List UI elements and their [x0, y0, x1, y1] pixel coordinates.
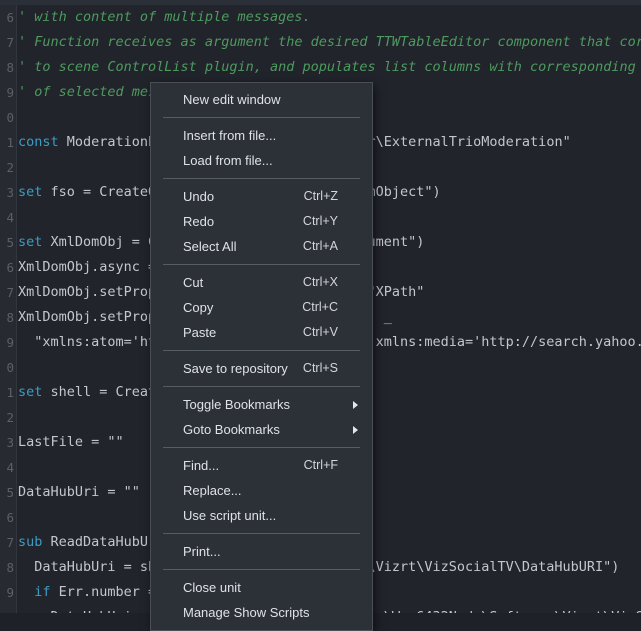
code-token-plain: DataHubUri = "": [18, 484, 140, 500]
line-number: 1: [0, 380, 14, 405]
menu-item-shortcut: Ctrl+S: [303, 356, 338, 381]
menu-item-label: Redo: [183, 209, 214, 234]
submenu-arrow-icon: [353, 401, 358, 409]
menu-item-insert-from-file[interactable]: Insert from file...: [151, 123, 372, 148]
line-number: 0: [0, 605, 14, 613]
code-line-text: DataHubUri = "": [18, 480, 140, 505]
line-number: 8: [0, 305, 14, 330]
menu-item-toggle-bookmarks[interactable]: Toggle Bookmarks: [151, 392, 372, 417]
menu-item-paste[interactable]: Paste Ctrl+V: [151, 320, 372, 345]
code-line-text: ' with content of multiple messages.: [18, 5, 311, 30]
menu-separator: [163, 447, 360, 448]
menu-item-shortcut: Ctrl+Y: [303, 209, 338, 234]
code-line-text: ' Function receives as argument the desi…: [18, 30, 641, 55]
menu-item-find[interactable]: Find... Ctrl+F: [151, 453, 372, 478]
editor-context-menu[interactable]: New edit window Insert from file...Load f…: [150, 82, 373, 631]
line-number: 5: [0, 480, 14, 505]
code-token-plain: ReadDataHubUri: [51, 534, 165, 550]
line-number: 0: [0, 355, 14, 380]
menu-item-use-script-unit[interactable]: Use script unit...: [151, 503, 372, 528]
menu-item-label: Select All: [183, 234, 236, 259]
menu-item-shortcut: Ctrl+Z: [304, 184, 338, 209]
menu-item-shortcut: Ctrl+A: [303, 234, 338, 259]
code-token-kw: if: [34, 584, 58, 600]
line-number: 9: [0, 580, 14, 605]
code-line-text: LastFile = "": [18, 430, 124, 455]
line-number: 2: [0, 155, 14, 180]
menu-item-label: Undo: [183, 184, 214, 209]
menu-item-label: Cut: [183, 270, 203, 295]
menu-item-label: Load from file...: [183, 148, 273, 173]
line-number: 9: [0, 80, 14, 105]
line-number: 6: [0, 255, 14, 280]
menu-item-select-all[interactable]: Select All Ctrl+A: [151, 234, 372, 259]
menu-item-undo[interactable]: Undo Ctrl+Z: [151, 184, 372, 209]
line-number: 8: [0, 55, 14, 80]
line-number: 8: [0, 555, 14, 580]
line-number: 6: [0, 505, 14, 530]
code-token-kw: const: [18, 134, 67, 150]
menu-item-label: Print...: [183, 539, 221, 564]
line-number: 3: [0, 180, 14, 205]
line-number: 6: [0, 5, 14, 30]
menu-item-label: Copy: [183, 295, 213, 320]
menu-item-label: Paste: [183, 320, 216, 345]
menu-item-replace[interactable]: Replace...: [151, 478, 372, 503]
code-token-kw: set: [18, 384, 51, 400]
line-number: 2: [0, 405, 14, 430]
line-number: 5: [0, 230, 14, 255]
code-token-plain: LastFile = "": [18, 434, 124, 450]
code-token-comment: ' to scene ControlList plugin, and popul…: [18, 59, 641, 75]
menu-item-goto-bookmarks[interactable]: Goto Bookmarks: [151, 417, 372, 442]
menu-item-load-from-file[interactable]: Load from file...: [151, 148, 372, 173]
menu-separator: [163, 533, 360, 534]
menu-separator: [163, 264, 360, 265]
menu-item-print[interactable]: Print...: [151, 539, 372, 564]
line-number: 7: [0, 280, 14, 305]
menu-item-shortcut: Ctrl+V: [303, 320, 338, 345]
menu-item-label: Insert from file...: [183, 123, 276, 148]
menu-item-label: Save to repository: [183, 356, 288, 381]
menu-item-label: Find...: [183, 453, 219, 478]
line-number: 1: [0, 130, 14, 155]
menu-separator: [163, 117, 360, 118]
menu-item-close-unit[interactable]: Close unit: [151, 575, 372, 600]
line-number: 9: [0, 330, 14, 355]
menu-item-shortcut: Ctrl+X: [303, 270, 338, 295]
menu-separator: [163, 350, 360, 351]
menu-item-new-edit-window[interactable]: New edit window: [151, 87, 372, 112]
menu-item-save-to-repository[interactable]: Save to repository Ctrl+S: [151, 356, 372, 381]
menu-item-label: Close unit: [183, 575, 241, 600]
line-number: 0: [0, 105, 14, 130]
line-number: 4: [0, 455, 14, 480]
code-token-comment: ' with content of multiple messages.: [18, 9, 311, 25]
menu-item-label: Toggle Bookmarks: [183, 392, 290, 417]
code-token-kw: sub: [18, 534, 51, 550]
menu-separator: [163, 386, 360, 387]
menu-item-redo[interactable]: Redo Ctrl+Y: [151, 209, 372, 234]
code-token-kw: set: [18, 184, 51, 200]
code-token-comment: ' Function receives as argument the desi…: [18, 34, 641, 50]
menu-item-shortcut: Ctrl+C: [302, 295, 338, 320]
line-number: 3: [0, 430, 14, 455]
menu-item-label: New edit window: [183, 87, 281, 112]
menu-item-label: Goto Bookmarks: [183, 417, 280, 442]
menu-item-shortcut: Ctrl+F: [304, 453, 338, 478]
menu-item-cut[interactable]: Cut Ctrl+X: [151, 270, 372, 295]
menu-separator: [163, 569, 360, 570]
menu-item-label: Use script unit...: [183, 503, 276, 528]
menu-item-copy[interactable]: Copy Ctrl+C: [151, 295, 372, 320]
menu-separator: [163, 178, 360, 179]
code-line-text: ' to scene ControlList plugin, and popul…: [18, 55, 641, 80]
code-token-kw: set: [18, 234, 51, 250]
line-number: 7: [0, 30, 14, 55]
menu-item-label: Replace...: [183, 478, 242, 503]
line-number: 4: [0, 205, 14, 230]
code-line-text: sub ReadDataHubUri: [18, 530, 164, 555]
line-number: 7: [0, 530, 14, 555]
submenu-arrow-icon: [353, 426, 358, 434]
